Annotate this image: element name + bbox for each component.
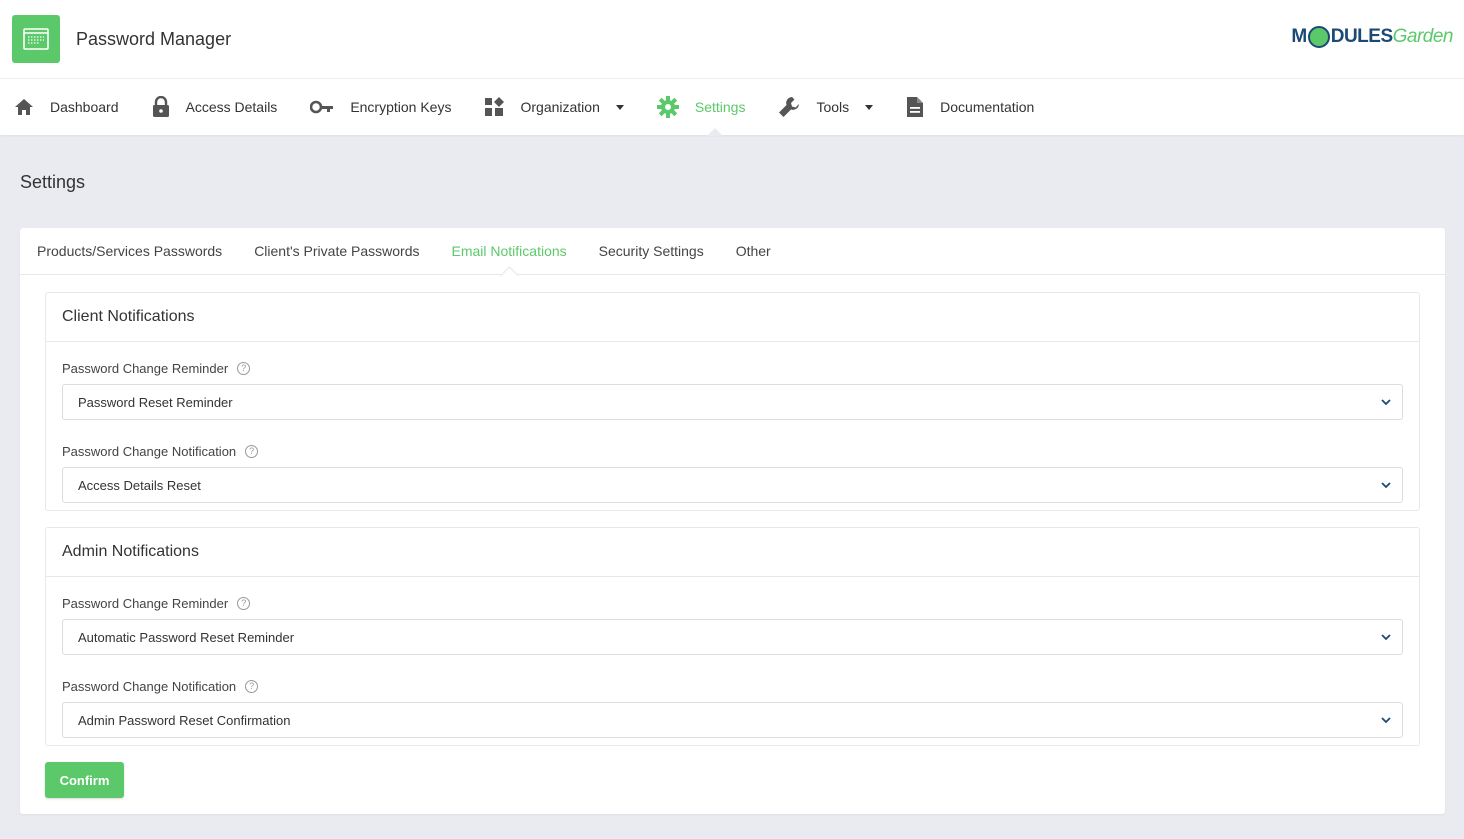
nav-encryption-keys[interactable]: Encryption Keys [310, 79, 451, 135]
settings-tabs: Products/Services Passwords Client's Pri… [20, 228, 1445, 275]
nav-settings-label: Settings [694, 99, 746, 115]
main-navigation: Dashboard Access Details Encryption Keys… [0, 79, 1464, 136]
admin-notifications-section: Admin Notifications Password Change Remi… [45, 527, 1420, 746]
tab-other[interactable]: Other [736, 228, 771, 275]
client-notification-value: Access Details Reset [78, 477, 201, 493]
client-reminder-label: Password Change Reminder [62, 360, 229, 376]
logo-text-garden: Garden [1392, 26, 1454, 47]
nav-settings[interactable]: Settings [656, 79, 746, 136]
nav-access-details[interactable]: Access Details [152, 79, 278, 135]
admin-notification-value: Admin Password Reset Confirmation [78, 712, 291, 728]
confirm-button[interactable]: Confirm [45, 762, 124, 798]
nav-access-details-label: Access Details [185, 99, 278, 115]
admin-notification-label: Password Change Notification [62, 678, 237, 694]
help-icon[interactable]: ? [237, 361, 251, 375]
help-icon[interactable]: ? [237, 596, 251, 610]
admin-reminder-label: Password Change Reminder [62, 595, 229, 611]
chevron-down-icon [865, 104, 874, 110]
client-reminder-field: Password Change Reminder ? Password Rese… [46, 359, 1419, 420]
key-icon [310, 100, 334, 114]
document-icon [907, 97, 924, 117]
nav-documentation[interactable]: Documentation [906, 79, 1034, 135]
nav-tools[interactable]: Tools [778, 79, 874, 135]
admin-reminder-select[interactable]: Automatic Password Reset Reminder [62, 619, 1403, 655]
modulesgarden-logo[interactable]: M DULES Garden [1291, 26, 1454, 48]
tab-clients-private-passwords[interactable]: Client's Private Passwords [254, 228, 419, 275]
chevron-down-icon [1381, 399, 1391, 406]
lock-icon [152, 96, 169, 117]
wrench-icon [779, 97, 800, 117]
client-reminder-select[interactable]: Password Reset Reminder [62, 384, 1403, 420]
client-notification-select[interactable]: Access Details Reset [62, 467, 1403, 503]
client-notifications-title: Client Notifications [46, 293, 1419, 342]
nav-dashboard-label: Dashboard [50, 99, 119, 115]
logo-text-dules: DULES [1330, 26, 1393, 47]
app-title: Password Manager [76, 28, 232, 49]
nav-documentation-label: Documentation [940, 99, 1035, 115]
top-bar: Password Manager M DULES Garden [0, 0, 1464, 79]
nav-organization-label: Organization [520, 99, 600, 115]
help-icon[interactable]: ? [245, 679, 259, 693]
chevron-down-icon [615, 104, 624, 110]
nav-dashboard[interactable]: Dashboard [14, 79, 119, 135]
admin-reminder-value: Automatic Password Reset Reminder [78, 629, 295, 645]
page-title: Settings [20, 172, 86, 192]
tab-products-services-passwords[interactable]: Products/Services Passwords [37, 228, 222, 275]
tab-security-settings[interactable]: Security Settings [599, 228, 704, 275]
logo-globe-icon [1307, 26, 1330, 48]
home-icon [15, 99, 33, 115]
nav-organization[interactable]: Organization [484, 79, 624, 135]
nav-encryption-keys-label: Encryption Keys [350, 99, 452, 115]
chevron-down-icon [1381, 717, 1391, 724]
settings-card: Products/Services Passwords Client's Pri… [20, 228, 1445, 814]
logo-text-m: M [1291, 26, 1307, 47]
client-notification-field: Password Change Notification ? Access De… [46, 442, 1419, 503]
gear-icon [656, 96, 679, 118]
admin-notification-select[interactable]: Admin Password Reset Confirmation [62, 702, 1403, 738]
client-reminder-value: Password Reset Reminder [78, 394, 233, 410]
admin-notifications-title: Admin Notifications [46, 528, 1419, 577]
nav-tools-label: Tools [816, 99, 850, 115]
chevron-down-icon [1381, 634, 1391, 641]
password-manager-icon [12, 15, 60, 63]
admin-notification-field: Password Change Notification ? Admin Pas… [46, 677, 1419, 738]
client-notifications-section: Client Notifications Password Change Rem… [45, 292, 1420, 511]
admin-reminder-field: Password Change Reminder ? Automatic Pas… [46, 594, 1419, 655]
client-notification-label: Password Change Notification [62, 443, 237, 459]
tab-email-notifications[interactable]: Email Notifications [451, 228, 566, 275]
widgets-icon [485, 97, 505, 116]
chevron-down-icon [1381, 482, 1391, 489]
help-icon[interactable]: ? [245, 444, 259, 458]
